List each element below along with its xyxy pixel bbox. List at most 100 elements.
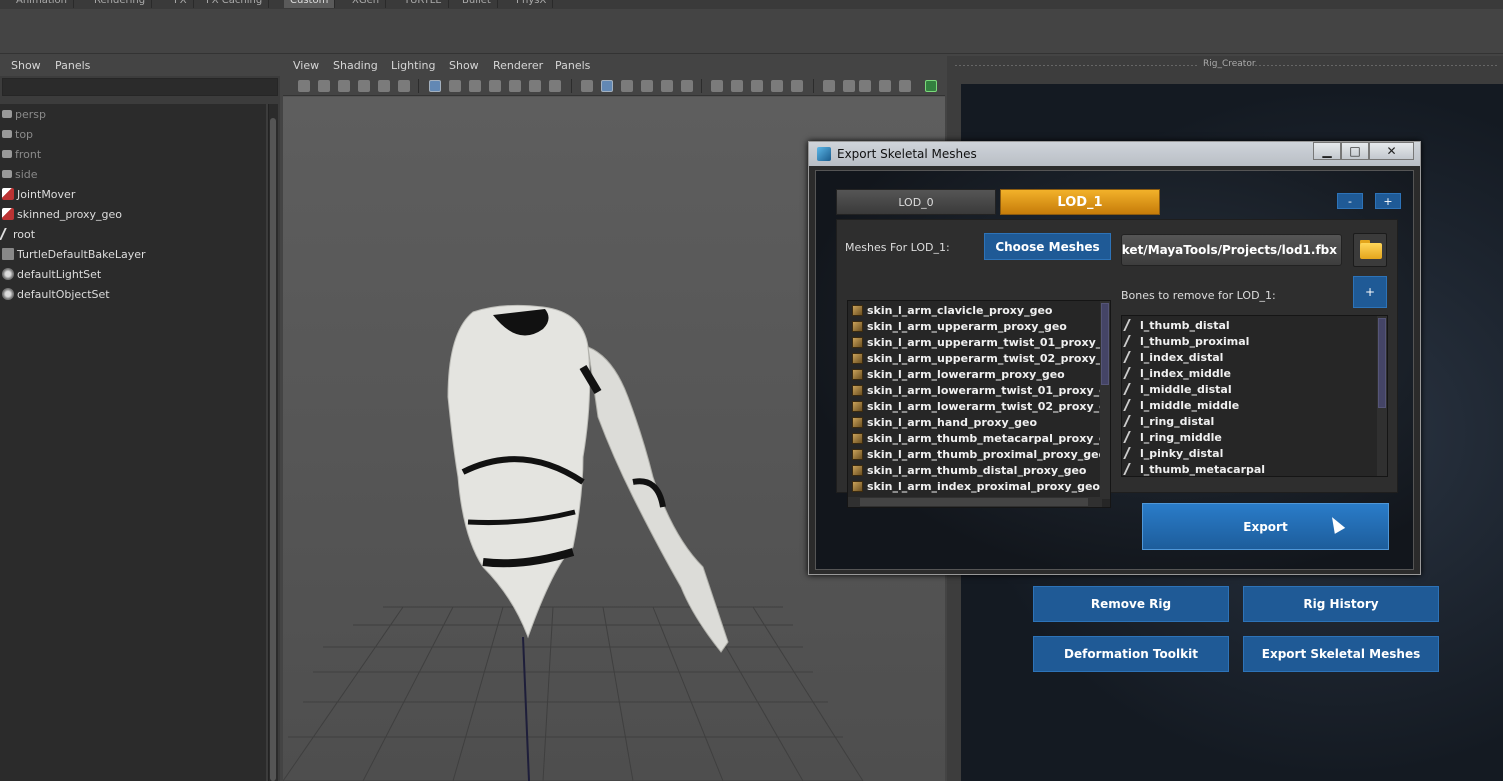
safe-title-icon[interactable]: [549, 80, 561, 92]
list-item[interactable]: skin_l_arm_lowerarm_twist_01_proxy_geo: [852, 382, 1110, 398]
shelf-tab-custom[interactable]: Custom: [284, 0, 336, 8]
remove-rig-button[interactable]: Remove Rig: [1033, 586, 1229, 622]
outliner-item-front[interactable]: front: [0, 144, 266, 164]
tab-lod-0[interactable]: LOD_0: [836, 189, 996, 215]
rig-history-button[interactable]: Rig History: [1243, 586, 1439, 622]
shelf-tab-physx[interactable]: PhysX: [510, 0, 554, 8]
list-item[interactable]: skin_l_arm_lowerarm_proxy_geo: [852, 366, 1065, 382]
list-item[interactable]: skin_l_arm_hand_proxy_geo: [852, 414, 1037, 430]
xray-joints-icon[interactable]: [843, 80, 855, 92]
close-button[interactable]: ✕: [1369, 142, 1414, 160]
outliner-item-side[interactable]: side: [0, 164, 266, 184]
outliner-item-root[interactable]: root: [0, 224, 266, 244]
bookmark-icon[interactable]: [338, 80, 350, 92]
list-item[interactable]: l_ring_distal: [1123, 413, 1214, 429]
camera-settings-icon[interactable]: [879, 80, 891, 92]
shelf-tab-rendering[interactable]: Rendering: [88, 0, 153, 8]
export-path-field[interactable]: C:/Users/Jeremy/Documents/BitBucket/Maya…: [1121, 234, 1342, 266]
wireframe-on-shaded-icon[interactable]: [621, 80, 633, 92]
list-item[interactable]: l_pinky_distal: [1123, 445, 1223, 461]
use-all-lights-icon[interactable]: [661, 80, 673, 92]
viewport-menu-shading[interactable]: Shading: [333, 59, 378, 72]
list-item[interactable]: skin_l_arm_index_proximal_proxy_geo: [852, 478, 1100, 494]
list-item[interactable]: l_thumb_distal: [1123, 317, 1230, 333]
list-item[interactable]: skin_l_arm_upperarm_proxy_geo: [852, 318, 1067, 334]
list-item[interactable]: skin_l_arm_thumb_distal_proxy_geo: [852, 462, 1086, 478]
bone-list-vscroll-thumb[interactable]: [1378, 318, 1386, 408]
bone-list-vscrollbar[interactable]: [1377, 316, 1387, 476]
add-lod-button[interactable]: +: [1375, 193, 1401, 209]
shadows-icon[interactable]: [681, 80, 693, 92]
bone-list[interactable]: l_thumb_distal l_thumb_proximal l_index_…: [1121, 315, 1388, 477]
mesh-list[interactable]: skin_l_arm_clavicle_proxy_geo skin_l_arm…: [847, 300, 1111, 508]
image-plane-icon[interactable]: [358, 80, 370, 92]
export-skeletal-meshes-button[interactable]: Export Skeletal Meshes: [1243, 636, 1439, 672]
list-item[interactable]: l_middle_distal: [1123, 381, 1232, 397]
viewport-menu-show[interactable]: Show: [449, 59, 479, 72]
gamma-icon[interactable]: [899, 80, 911, 92]
resolution-gate-icon[interactable]: [469, 80, 481, 92]
wireframe-icon[interactable]: [581, 80, 593, 92]
list-item[interactable]: l_thumb_proximal: [1123, 333, 1249, 349]
viewport-menu-renderer[interactable]: Renderer: [493, 59, 543, 72]
grid-icon[interactable]: [429, 80, 441, 92]
outliner-scrollbar-thumb[interactable]: [270, 118, 276, 781]
camera-select-icon[interactable]: [298, 80, 310, 92]
outliner-item-top[interactable]: top: [0, 124, 266, 144]
list-item[interactable]: l_thumb_metacarpal: [1123, 461, 1265, 476]
grease-pencil-icon[interactable]: [398, 80, 410, 92]
mesh-list-vscrollbar[interactable]: [1100, 301, 1110, 499]
outliner-menu-show[interactable]: Show: [11, 59, 41, 72]
list-item[interactable]: skin_l_arm_clavicle_proxy_geo: [852, 302, 1052, 318]
two-d-pan-icon[interactable]: [378, 80, 390, 92]
motion-blur-icon[interactable]: [731, 80, 743, 92]
film-gate-icon[interactable]: [449, 80, 461, 92]
viewport-menu-lighting[interactable]: Lighting: [391, 59, 435, 72]
depth-of-field-icon[interactable]: [771, 80, 783, 92]
deformation-toolkit-button[interactable]: Deformation Toolkit: [1033, 636, 1229, 672]
safe-action-icon[interactable]: [529, 80, 541, 92]
outliner-search-input[interactable]: [2, 78, 278, 96]
list-item[interactable]: l_ring_middle: [1123, 429, 1222, 445]
field-chart-icon[interactable]: [509, 80, 521, 92]
mesh-list-hscroll-thumb[interactable]: [860, 498, 1088, 506]
isolate-select-icon[interactable]: [791, 80, 803, 92]
outliner-item-default-light-set[interactable]: defaultLightSet: [0, 264, 266, 284]
dialog-titlebar[interactable]: Export Skeletal Meshes ▁ □ ✕: [809, 142, 1420, 166]
color-management-icon[interactable]: [925, 80, 937, 92]
minimize-button[interactable]: ▁: [1313, 142, 1341, 160]
shelf-tab-xgen[interactable]: XGen: [346, 0, 387, 8]
outliner-item-skinned-proxy-geo[interactable]: skinned_proxy_geo: [0, 204, 266, 224]
outliner-item-jointmover[interactable]: JointMover: [0, 184, 266, 204]
browse-folder-button[interactable]: [1353, 233, 1387, 267]
list-item[interactable]: skin_l_arm_upperarm_twist_02_proxy_geo: [852, 350, 1110, 366]
outliner-item-persp[interactable]: persp: [0, 104, 266, 124]
add-bones-button[interactable]: +: [1353, 276, 1387, 308]
shelf-tab-turtle[interactable]: TURTLE: [398, 0, 449, 8]
maximize-button[interactable]: □: [1341, 142, 1369, 160]
list-item[interactable]: l_index_distal: [1123, 349, 1223, 365]
mesh-list-hscrollbar[interactable]: [848, 497, 1102, 507]
list-item[interactable]: skin_l_arm_lowerarm_twist_02_proxy_geo: [852, 398, 1110, 414]
camera-attributes-icon[interactable]: [318, 80, 330, 92]
smooth-shade-icon[interactable]: [601, 80, 613, 92]
list-item[interactable]: skin_l_arm_upperarm_twist_01_proxy_geo: [852, 334, 1110, 350]
gate-mask-icon[interactable]: [489, 80, 501, 92]
list-item[interactable]: l_middle_middle: [1123, 397, 1239, 413]
export-button[interactable]: Export: [1142, 503, 1389, 550]
xray-icon[interactable]: [823, 80, 835, 92]
shelf-tab-fx-caching[interactable]: FX Caching: [200, 0, 270, 8]
list-item[interactable]: l_index_middle: [1123, 365, 1231, 381]
viewport-menu-view[interactable]: View: [293, 59, 319, 72]
xray-components-icon[interactable]: [859, 80, 871, 92]
shelf-tab-fx[interactable]: FX: [168, 0, 194, 8]
outliner-item-turtle-bake-layer[interactable]: TurtleDefaultBakeLayer: [0, 244, 266, 264]
list-item[interactable]: skin_l_arm_thumb_proximal_proxy_geo: [852, 446, 1106, 462]
viewport-menu-panels[interactable]: Panels: [555, 59, 590, 72]
anti-aliasing-icon[interactable]: [751, 80, 763, 92]
choose-meshes-button[interactable]: Choose Meshes: [984, 233, 1111, 260]
list-item[interactable]: skin_l_arm_thumb_metacarpal_proxy_geo: [852, 430, 1110, 446]
remove-lod-button[interactable]: -: [1337, 193, 1363, 209]
shelf-tab-bullet[interactable]: Bullet: [456, 0, 498, 8]
textured-icon[interactable]: [641, 80, 653, 92]
